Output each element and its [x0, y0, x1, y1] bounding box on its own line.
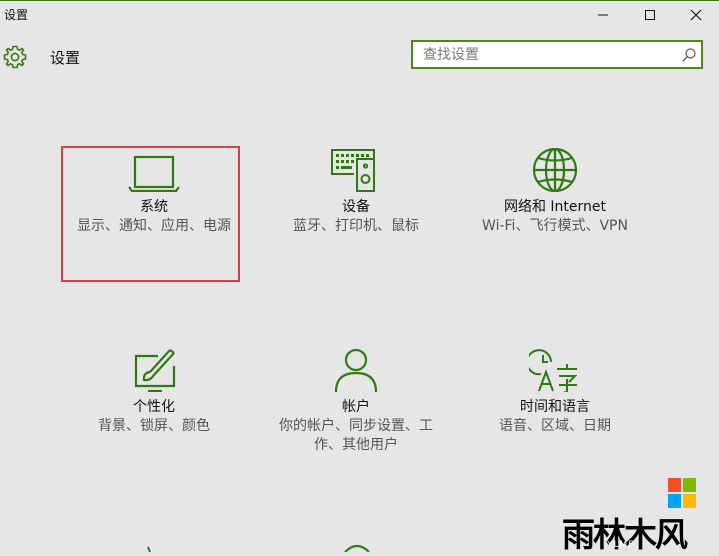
tile-accounts[interactable]: 帐户 你的帐户、同步设置、工作、其他用户	[266, 348, 446, 455]
time-language-icon	[529, 349, 578, 392]
tile-time-language[interactable]: 时间和语言 语音、区域、日期	[465, 348, 645, 436]
tile-devices[interactable]: 设备 蓝牙、打印机、鼠标	[266, 148, 446, 236]
close-button[interactable]	[673, 0, 719, 30]
search-input[interactable]	[413, 42, 685, 67]
close-icon	[690, 9, 702, 21]
watermark-sub: YLMF	[607, 540, 635, 550]
tile-system-name: 系统	[140, 199, 168, 215]
tile-accounts-name: 帐户	[342, 399, 370, 415]
maximize-button[interactable]	[627, 0, 673, 30]
tile-personalization-desc: 背景、锁屏、颜色	[98, 418, 210, 434]
tile-personalization-name: 个性化	[133, 399, 175, 415]
tile-network[interactable]: 网络和 Internet Wi-Fi、飞行模式、VPN	[465, 148, 645, 236]
tile-personalization[interactable]: 个性化 背景、锁屏、颜色	[64, 348, 244, 436]
tile-accounts-desc: 你的帐户、同步设置、工作、其他用户	[279, 418, 433, 453]
tile-system-desc: 显示、通知、应用、电源	[77, 218, 231, 234]
person-icon	[334, 348, 378, 392]
page-title: 设置	[50, 49, 81, 67]
minimize-button[interactable]	[580, 0, 626, 30]
tile-time-language-name: 时间和语言	[520, 399, 590, 415]
tile-time-language-desc: 语音、区域、日期	[499, 418, 611, 434]
globe-icon	[532, 148, 578, 192]
search-icon[interactable]	[681, 47, 697, 63]
tile-devices-desc: 蓝牙、打印机、鼠标	[293, 218, 419, 234]
search-box[interactable]	[411, 40, 703, 69]
tile-network-name: 网络和 Internet	[503, 199, 607, 215]
tile-devices-name: 设备	[342, 199, 370, 215]
personalization-icon	[134, 349, 176, 392]
minimize-icon	[598, 14, 608, 16]
devices-icon	[331, 149, 375, 192]
gear-icon	[3, 45, 27, 69]
partial-tile-icon	[147, 546, 151, 552]
windows-logo-icon	[668, 478, 696, 508]
window-title: 设置	[4, 8, 29, 22]
tile-system[interactable]: 系统 显示、通知、应用、电源	[64, 148, 244, 236]
partial-tile-icon	[344, 544, 370, 552]
maximize-icon	[645, 10, 655, 20]
tile-network-desc: Wi-Fi、飞行模式、VPN	[482, 218, 628, 234]
laptop-icon	[128, 155, 180, 192]
